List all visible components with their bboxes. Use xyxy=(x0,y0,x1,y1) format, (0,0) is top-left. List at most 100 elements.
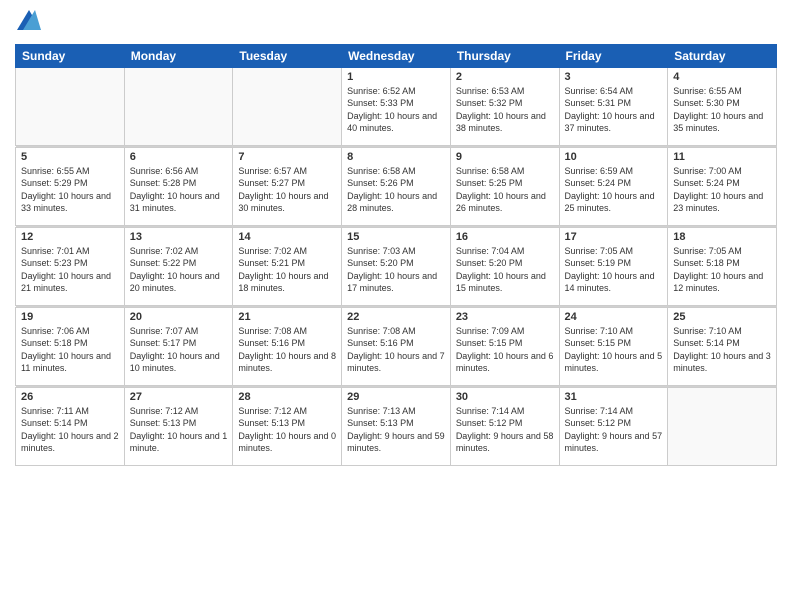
day-number: 27 xyxy=(130,391,228,403)
calendar-cell: 28Sunrise: 7:12 AMSunset: 5:13 PMDayligh… xyxy=(233,387,342,465)
day-detail: Sunrise: 6:54 AMSunset: 5:31 PMDaylight:… xyxy=(565,85,663,135)
day-number: 11 xyxy=(673,151,771,163)
day-number: 23 xyxy=(456,311,554,323)
day-detail: Sunrise: 7:05 AMSunset: 5:18 PMDaylight:… xyxy=(673,245,771,295)
day-detail: Sunrise: 7:08 AMSunset: 5:16 PMDaylight:… xyxy=(347,325,445,375)
calendar-cell: 25 Sunrise: 7:10 AMSunset: 5:14 PMDayligh… xyxy=(668,307,777,385)
day-number: 25 xyxy=(673,311,771,323)
day-detail: Sunrise: 7:11 AMSunset: 5:14 PMDaylight:… xyxy=(21,405,119,455)
calendar-cell: 29 Sunrise: 7:13 AMSunset: 5:13 PMDayligh… xyxy=(342,387,451,465)
day-detail: Sunrise: 7:01 AMSunset: 5:23 PMDaylight:… xyxy=(21,245,119,295)
day-detail: Sunrise: 7:02 AMSunset: 5:21 PMDaylight:… xyxy=(238,245,336,295)
calendar-cell: 17Sunrise: 7:05 AMSunset: 5:19 PMDayligh… xyxy=(559,227,668,305)
day-detail: Sunrise: 6:58 AMSunset: 5:25 PMDaylight:… xyxy=(456,165,554,215)
weekday-header-saturday: Saturday xyxy=(668,44,777,67)
day-number: 31 xyxy=(565,391,663,403)
day-number: 22 xyxy=(347,311,445,323)
calendar-cell: 27 Sunrise: 7:12 AMSunset: 5:13 PMDayligh… xyxy=(124,387,233,465)
day-detail: Sunrise: 7:07 AMSunset: 5:17 PMDaylight:… xyxy=(130,325,228,375)
calendar-cell: 13 Sunrise: 7:02 AMSunset: 5:22 PMDayligh… xyxy=(124,227,233,305)
weekday-header-wednesday: Wednesday xyxy=(342,44,451,67)
calendar-cell: 22 Sunrise: 7:08 AMSunset: 5:16 PMDayligh… xyxy=(342,307,451,385)
day-number: 3 xyxy=(565,71,663,83)
calendar-cell: 9 Sunrise: 6:58 AMSunset: 5:25 PMDaylight… xyxy=(450,147,559,225)
day-number: 30 xyxy=(456,391,554,403)
calendar-week-row: 1 Sunrise: 6:52 AMSunset: 5:33 PMDaylight… xyxy=(16,67,777,145)
logo-icon xyxy=(17,10,41,30)
calendar-cell: 5 Sunrise: 6:55 AMSunset: 5:29 PMDaylight… xyxy=(16,147,125,225)
day-detail: Sunrise: 6:53 AMSunset: 5:32 PMDaylight:… xyxy=(456,85,554,135)
day-number: 24 xyxy=(565,311,663,323)
day-number: 16 xyxy=(456,231,554,243)
day-detail: Sunrise: 7:09 AMSunset: 5:15 PMDaylight:… xyxy=(456,325,554,375)
weekday-header-monday: Monday xyxy=(124,44,233,67)
day-number: 19 xyxy=(21,311,119,323)
calendar-cell: 16Sunrise: 7:04 AMSunset: 5:20 PMDayligh… xyxy=(450,227,559,305)
day-number: 12 xyxy=(21,231,119,243)
day-number: 2 xyxy=(456,71,554,83)
weekday-header-thursday: Thursday xyxy=(450,44,559,67)
day-number: 21 xyxy=(238,311,336,323)
day-number: 4 xyxy=(673,71,771,83)
day-number: 14 xyxy=(238,231,336,243)
calendar-cell: 3 Sunrise: 6:54 AMSunset: 5:31 PMDaylight… xyxy=(559,67,668,145)
day-number: 20 xyxy=(130,311,228,323)
calendar-cell xyxy=(16,67,125,145)
calendar-cell: 31 Sunrise: 7:14 AMSunset: 5:12 PMDayligh… xyxy=(559,387,668,465)
day-detail: Sunrise: 7:05 AMSunset: 5:19 PMDaylight:… xyxy=(565,245,663,295)
calendar-cell: 6 Sunrise: 6:56 AMSunset: 5:28 PMDaylight… xyxy=(124,147,233,225)
calendar-week-row: 19 Sunrise: 7:06 AMSunset: 5:18 PMDayligh… xyxy=(16,307,777,385)
page: SundayMondayTuesdayWednesdayThursdayFrid… xyxy=(0,0,792,612)
weekday-header-friday: Friday xyxy=(559,44,668,67)
day-detail: Sunrise: 6:56 AMSunset: 5:28 PMDaylight:… xyxy=(130,165,228,215)
day-number: 28 xyxy=(238,391,336,403)
calendar-cell: 18 Sunrise: 7:05 AMSunset: 5:18 PMDayligh… xyxy=(668,227,777,305)
calendar-cell: 21 Sunrise: 7:08 AMSunset: 5:16 PMDayligh… xyxy=(233,307,342,385)
weekday-header-row: SundayMondayTuesdayWednesdayThursdayFrid… xyxy=(16,44,777,67)
calendar-cell: 19 Sunrise: 7:06 AMSunset: 5:18 PMDayligh… xyxy=(16,307,125,385)
calendar-cell: 8Sunrise: 6:58 AMSunset: 5:26 PMDaylight… xyxy=(342,147,451,225)
day-detail: Sunrise: 7:14 AMSunset: 5:12 PMDaylight:… xyxy=(565,405,663,455)
calendar-cell: 30Sunrise: 7:14 AMSunset: 5:12 PMDayligh… xyxy=(450,387,559,465)
calendar-cell: 10 Sunrise: 6:59 AMSunset: 5:24 PMDayligh… xyxy=(559,147,668,225)
day-detail: Sunrise: 7:12 AMSunset: 5:13 PMDaylight:… xyxy=(130,405,228,455)
day-number: 7 xyxy=(238,151,336,163)
calendar-cell: 24 Sunrise: 7:10 AMSunset: 5:15 PMDayligh… xyxy=(559,307,668,385)
day-detail: Sunrise: 6:59 AMSunset: 5:24 PMDaylight:… xyxy=(565,165,663,215)
calendar-cell: 14 Sunrise: 7:02 AMSunset: 5:21 PMDayligh… xyxy=(233,227,342,305)
day-number: 15 xyxy=(347,231,445,243)
calendar-cell: 2 Sunrise: 6:53 AMSunset: 5:32 PMDaylight… xyxy=(450,67,559,145)
day-number: 18 xyxy=(673,231,771,243)
day-number: 5 xyxy=(21,151,119,163)
calendar-cell: 12 Sunrise: 7:01 AMSunset: 5:23 PMDayligh… xyxy=(16,227,125,305)
calendar-cell: 4 Sunrise: 6:55 AMSunset: 5:30 PMDaylight… xyxy=(668,67,777,145)
day-detail: Sunrise: 7:10 AMSunset: 5:14 PMDaylight:… xyxy=(673,325,771,375)
day-detail: Sunrise: 7:08 AMSunset: 5:16 PMDaylight:… xyxy=(238,325,336,375)
day-number: 6 xyxy=(130,151,228,163)
calendar-table: SundayMondayTuesdayWednesdayThursdayFrid… xyxy=(15,44,777,466)
day-number: 9 xyxy=(456,151,554,163)
day-number: 13 xyxy=(130,231,228,243)
day-number: 10 xyxy=(565,151,663,163)
day-number: 29 xyxy=(347,391,445,403)
day-detail: Sunrise: 6:52 AMSunset: 5:33 PMDaylight:… xyxy=(347,85,445,135)
day-detail: Sunrise: 6:55 AMSunset: 5:30 PMDaylight:… xyxy=(673,85,771,135)
day-detail: Sunrise: 6:55 AMSunset: 5:29 PMDaylight:… xyxy=(21,165,119,215)
calendar-week-row: 26 Sunrise: 7:11 AMSunset: 5:14 PMDayligh… xyxy=(16,387,777,465)
calendar-cell: 15Sunrise: 7:03 AMSunset: 5:20 PMDayligh… xyxy=(342,227,451,305)
weekday-header-sunday: Sunday xyxy=(16,44,125,67)
day-detail: Sunrise: 7:00 AMSunset: 5:24 PMDaylight:… xyxy=(673,165,771,215)
day-detail: Sunrise: 7:06 AMSunset: 5:18 PMDaylight:… xyxy=(21,325,119,375)
day-detail: Sunrise: 7:13 AMSunset: 5:13 PMDaylight:… xyxy=(347,405,445,455)
calendar-cell xyxy=(124,67,233,145)
day-detail: Sunrise: 7:10 AMSunset: 5:15 PMDaylight:… xyxy=(565,325,663,375)
calendar-week-row: 5 Sunrise: 6:55 AMSunset: 5:29 PMDaylight… xyxy=(16,147,777,225)
day-number: 1 xyxy=(347,71,445,83)
calendar-cell xyxy=(233,67,342,145)
day-detail: Sunrise: 6:58 AMSunset: 5:26 PMDaylight:… xyxy=(347,165,445,215)
day-detail: Sunrise: 6:57 AMSunset: 5:27 PMDaylight:… xyxy=(238,165,336,215)
day-detail: Sunrise: 7:02 AMSunset: 5:22 PMDaylight:… xyxy=(130,245,228,295)
day-number: 26 xyxy=(21,391,119,403)
calendar-cell: 11 Sunrise: 7:00 AMSunset: 5:24 PMDayligh… xyxy=(668,147,777,225)
calendar-cell: 23 Sunrise: 7:09 AMSunset: 5:15 PMDayligh… xyxy=(450,307,559,385)
